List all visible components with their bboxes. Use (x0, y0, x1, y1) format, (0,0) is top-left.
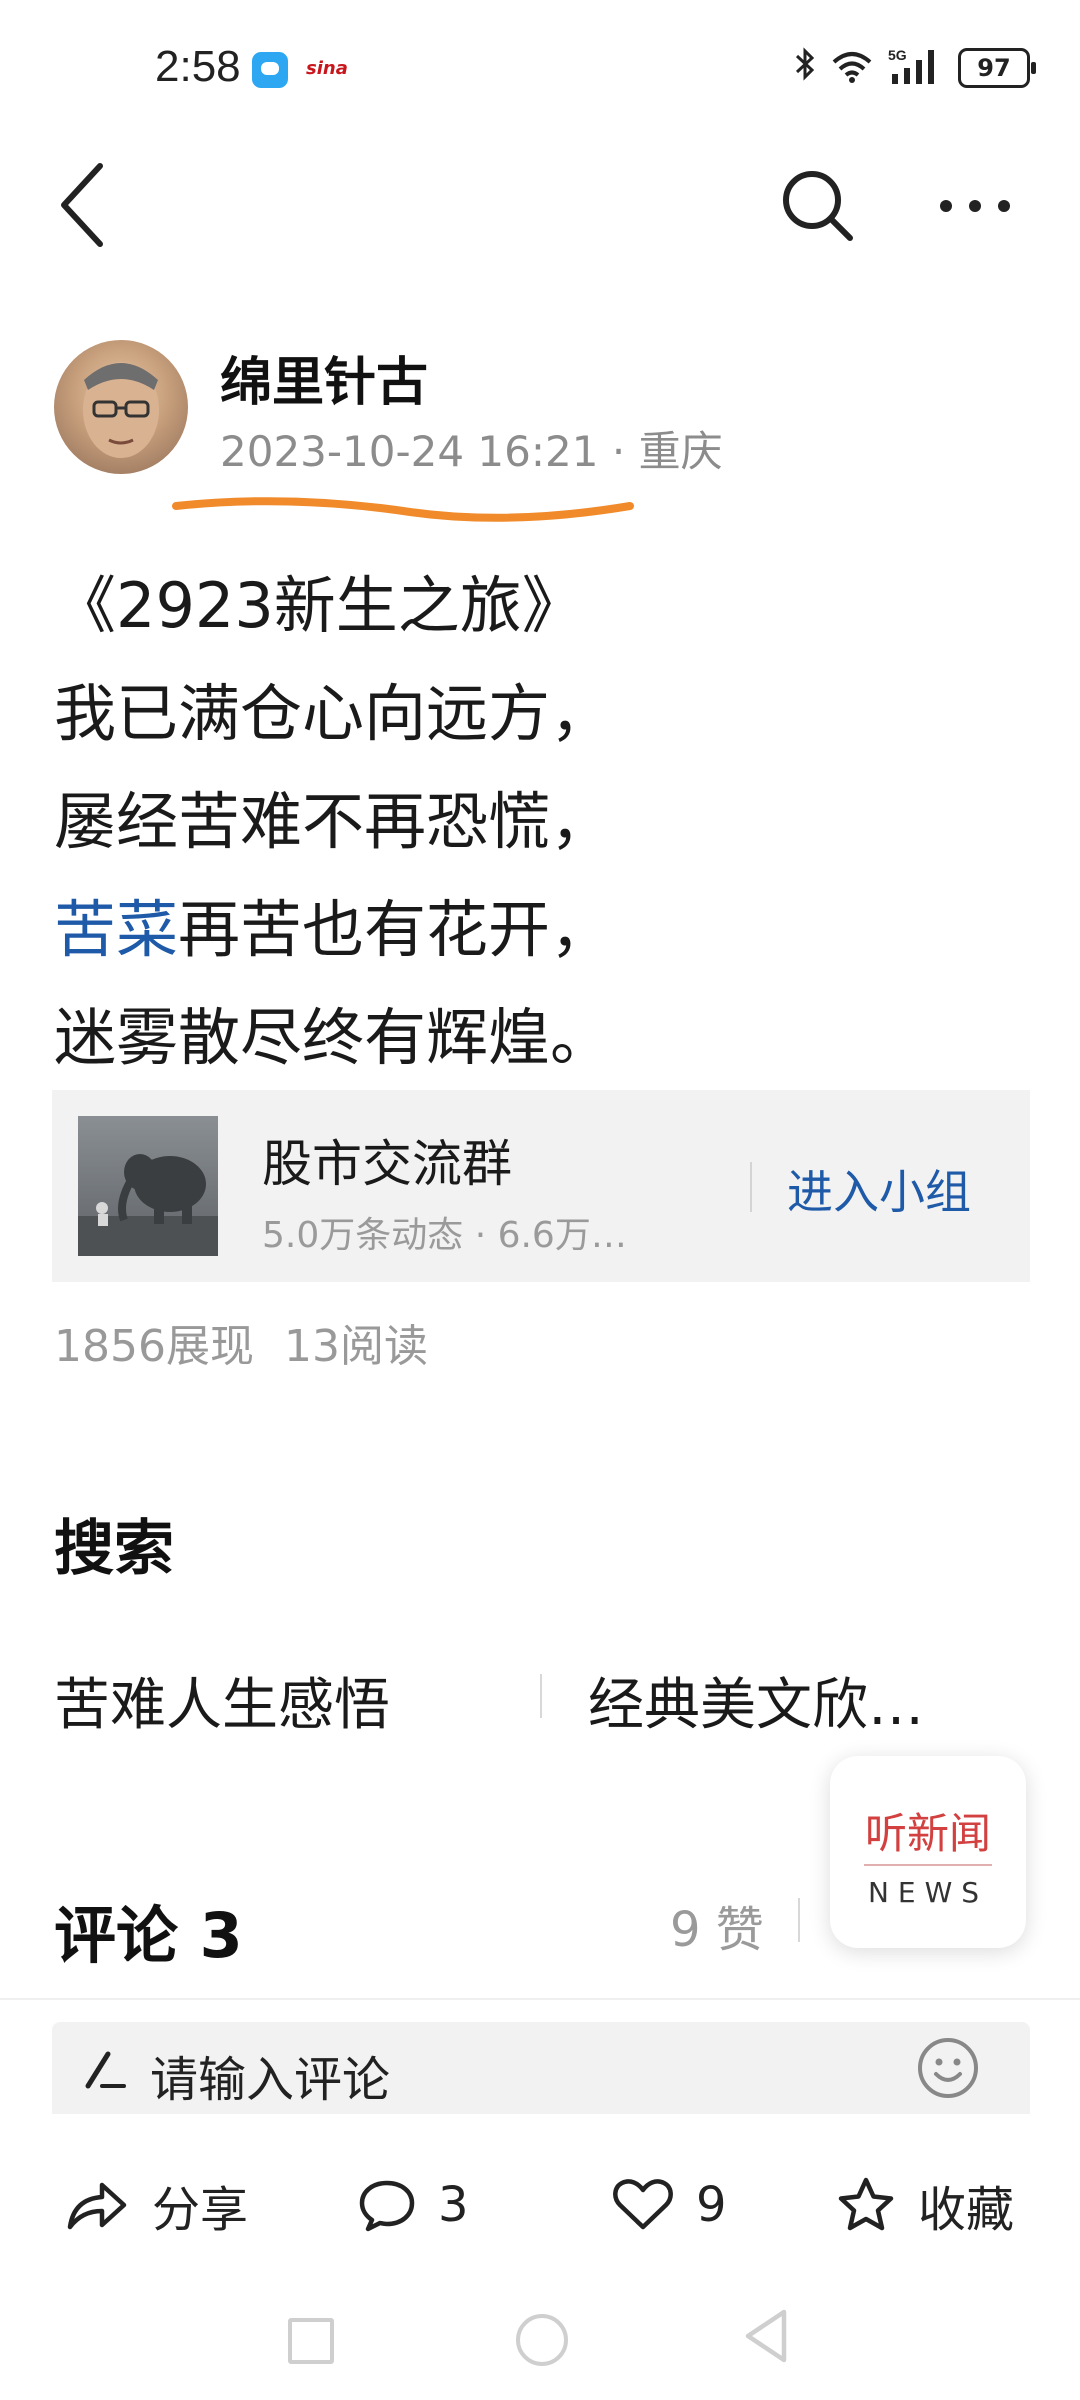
collect-button[interactable]: 收藏 (836, 2170, 1014, 2240)
group-thumbnail (78, 1116, 218, 1256)
comment-placeholder: 请输入评论 (150, 2052, 391, 2108)
separator (0, 1998, 1080, 2000)
system-back-icon[interactable] (740, 2306, 792, 2366)
related-search-item[interactable]: 经典美文欣… (588, 1660, 924, 1741)
back-icon (61, 163, 103, 247)
comments-title: 评论 3 (54, 1899, 243, 1972)
elephant-image (78, 1154, 218, 1256)
listen-news-button[interactable]: 听新闻 NEWS (830, 1756, 1026, 1948)
search-icon (783, 171, 853, 241)
comment-count: 3 (438, 2177, 469, 2233)
meta-separator: · (611, 427, 626, 476)
post-stats: 1856展现 13阅读 (54, 1310, 458, 1374)
post-line-text: 再苦也有花开， (178, 893, 613, 966)
recent-apps-button[interactable] (288, 2318, 334, 2364)
share-button[interactable]: 分享 (64, 2170, 248, 2240)
avatar-image (83, 362, 159, 458)
post-body: 《2923新生之旅》 我已满仓心向远方， 屡经苦难不再恐慌， 苦菜再苦也有花开，… (54, 552, 612, 1092)
hand-drawn-underline (172, 497, 634, 522)
message-icon (252, 52, 288, 88)
search-button[interactable] (778, 166, 858, 246)
back-button[interactable] (54, 160, 114, 250)
divider (798, 1898, 800, 1942)
group-name: 股市交流群 (262, 1135, 512, 1193)
post-line: 屡经苦难不再恐慌， (54, 785, 613, 858)
post-line: 迷雾散尽终有辉煌。 (54, 1001, 613, 1074)
post-line: 苦菜再苦也有花开， (54, 876, 612, 984)
topic-link[interactable]: 苦菜 (54, 893, 178, 966)
view-count: 1856展现 (54, 1321, 254, 1372)
bluetooth-icon (794, 46, 816, 90)
group-card[interactable]: 股市交流群 5.0万条动态 · 6.6万… 进入小组 (52, 1090, 1030, 1282)
divider (540, 1674, 542, 1718)
group-stats: 5.0万条动态 · 6.6万… (262, 1215, 627, 1256)
post-datetime: 2023-10-24 16:21 (220, 427, 599, 476)
status-icons: 5G 97 (794, 46, 1036, 90)
read-count: 13阅读 (283, 1321, 428, 1372)
post-location: 重庆 (638, 427, 723, 476)
more-icon (940, 200, 1010, 212)
author-avatar[interactable] (54, 340, 188, 474)
comment-input[interactable]: 请输入评论 (52, 2022, 1030, 2114)
related-search-item[interactable]: 苦难人生感悟 (54, 1660, 390, 1741)
wifi-icon (830, 48, 874, 88)
emoji-icon[interactable] (916, 2036, 980, 2100)
post-meta: 2023-10-24 16:21 · 重庆 (220, 418, 723, 479)
collect-label: 收藏 (918, 2182, 1015, 2238)
listen-news-label: 听新闻 (864, 1809, 991, 1858)
more-button[interactable] (930, 176, 1020, 236)
share-label: 分享 (152, 2182, 249, 2238)
news-label: NEWS (867, 1876, 989, 1909)
status-time: 2:58 (155, 42, 241, 91)
divider (864, 1864, 992, 1866)
search-section-title: 搜索 (54, 1514, 174, 1584)
heart-icon (613, 2179, 673, 2230)
battery-icon: 97 (958, 48, 1036, 88)
divider (750, 1162, 752, 1212)
comment-button[interactable]: 3 (358, 2170, 469, 2240)
home-button[interactable] (516, 2314, 568, 2366)
comment-icon (359, 2180, 415, 2232)
post-line: 《2923新生之旅》 (54, 569, 584, 642)
like-count: 9 (696, 2177, 727, 2233)
star-icon (838, 2177, 894, 2231)
join-group-button[interactable]: 进入小组 (787, 1156, 971, 1222)
signal-icon: 5G (888, 46, 944, 90)
author-name[interactable]: 绵里针古 (220, 340, 428, 415)
network-type-label: 5G (888, 47, 907, 63)
sina-icon: sina (306, 58, 348, 79)
likes-count: 9 赞 (670, 1902, 764, 1958)
post-line: 我已满仓心向远方， (54, 677, 613, 750)
pen-icon (85, 2051, 126, 2089)
share-icon (67, 2182, 127, 2230)
like-button[interactable]: 9 (612, 2170, 727, 2240)
